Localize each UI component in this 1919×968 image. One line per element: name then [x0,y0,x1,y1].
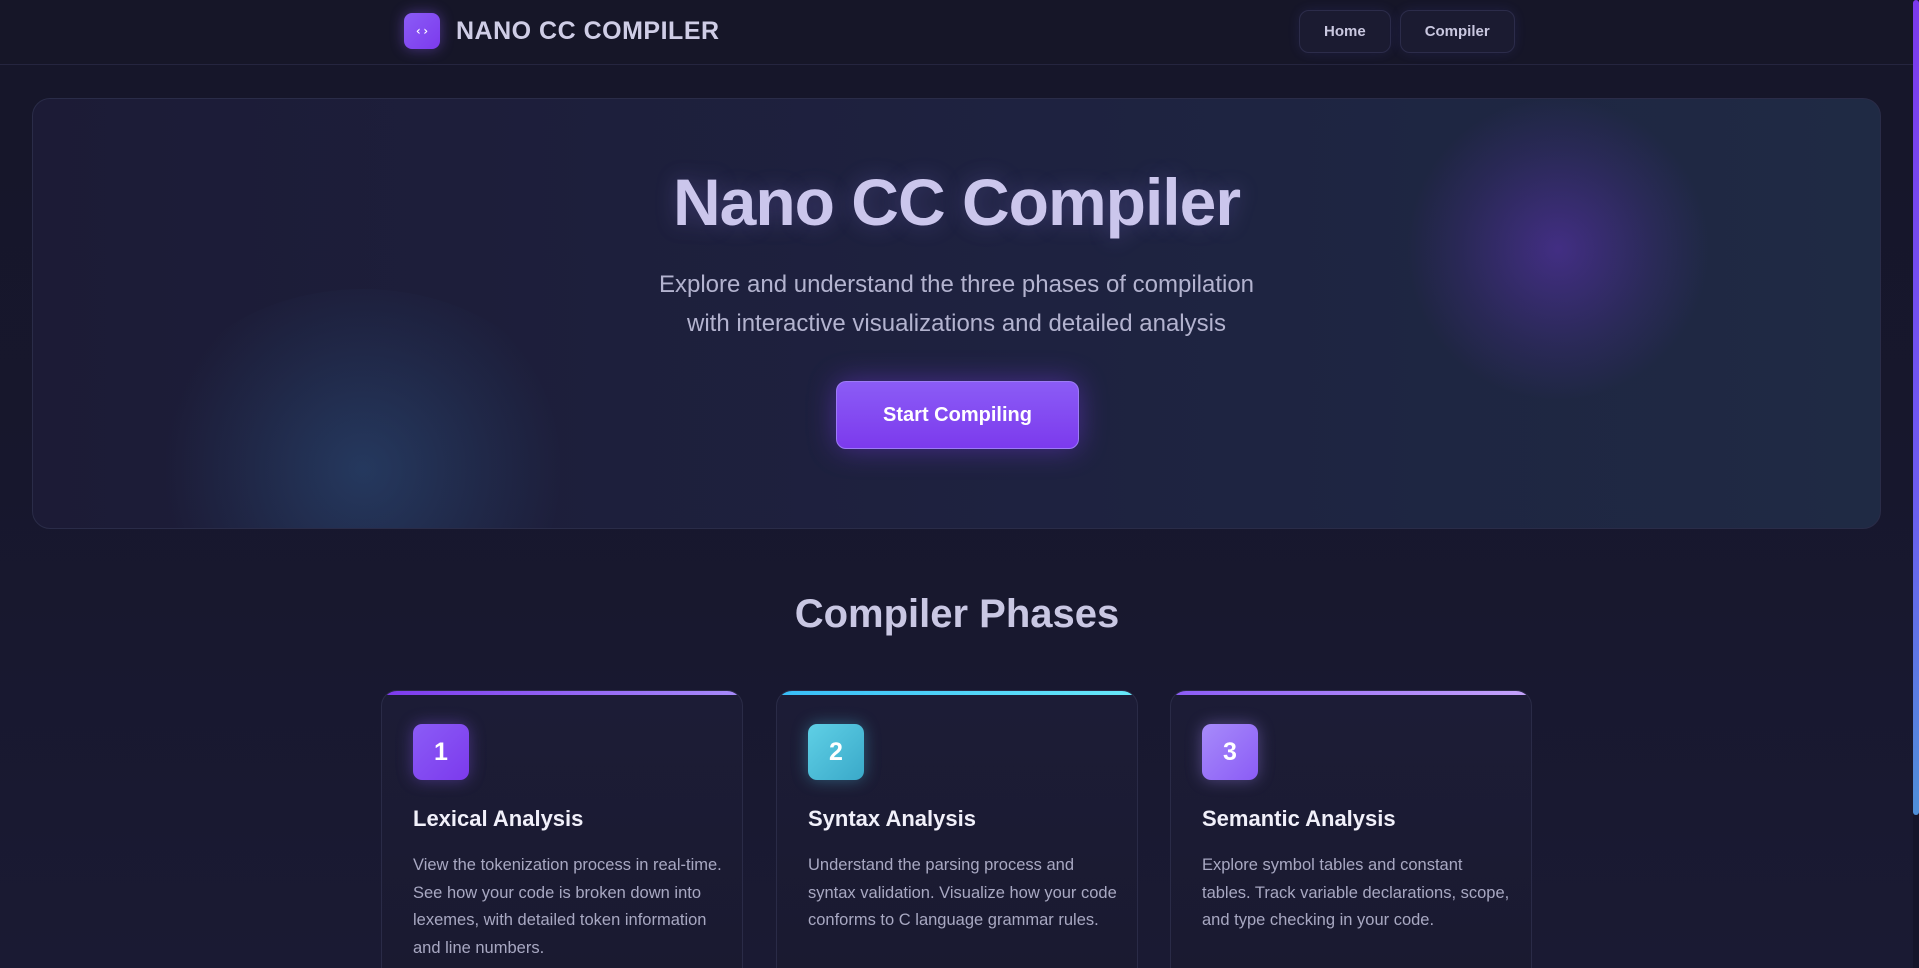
nav-home-button[interactable]: Home [1299,10,1391,53]
top-navbar: ‹› NANO CC COMPILER Home Compiler [0,0,1914,65]
phase-description: View the tokenization process in real-ti… [413,856,722,957]
phase-number-badge: 3 [1202,724,1258,780]
phase-card-lexical[interactable]: 1 Lexical Analysis View the tokenization… [381,690,743,968]
phase-card-semantic[interactable]: 3 Semantic Analysis Explore symbol table… [1170,690,1532,968]
start-compiling-button[interactable]: Start Compiling [836,381,1079,449]
card-accent-bar [777,691,1137,695]
phase-title: Lexical Analysis [413,806,584,831]
hero-subtitle-line-1: Explore and understand the three phases … [658,271,1255,298]
brand-name: NANO CC COMPILER [456,16,720,45]
phase-card-syntax[interactable]: 2 Syntax Analysis Understand the parsing… [776,690,1138,968]
hero-subtitle-line-2: with interactive visualizations and deta… [687,310,1226,337]
card-accent-bar [1171,691,1531,695]
code-brackets-icon: ‹› [404,13,440,49]
scrollbar-thumb[interactable] [1913,0,1919,815]
phase-number-badge: 1 [413,724,469,780]
phase-description: Explore symbol tables and constant table… [1202,856,1510,929]
section-title-compiler-phases: Compiler Phases [794,592,1120,636]
hero-title: Nano CC Compiler [672,165,1241,239]
phase-number-badge: 2 [808,724,864,780]
phase-title: Semantic Analysis [1202,806,1396,831]
brand-icon-glyph: ‹› [414,24,430,38]
hero-subtitle: Explore and understand the three phases … [33,265,1880,343]
decorative-glow-purple [1403,99,1713,399]
hero-section: Nano CC Compiler Explore and understand … [32,98,1881,529]
card-accent-bar [382,691,742,695]
phase-title: Syntax Analysis [808,806,976,831]
nav-links: Home Compiler [1299,10,1515,53]
phase-description: Understand the parsing process and synta… [808,856,1117,929]
brand[interactable]: ‹› NANO CC COMPILER [404,13,720,49]
nav-compiler-button[interactable]: Compiler [1399,10,1515,53]
